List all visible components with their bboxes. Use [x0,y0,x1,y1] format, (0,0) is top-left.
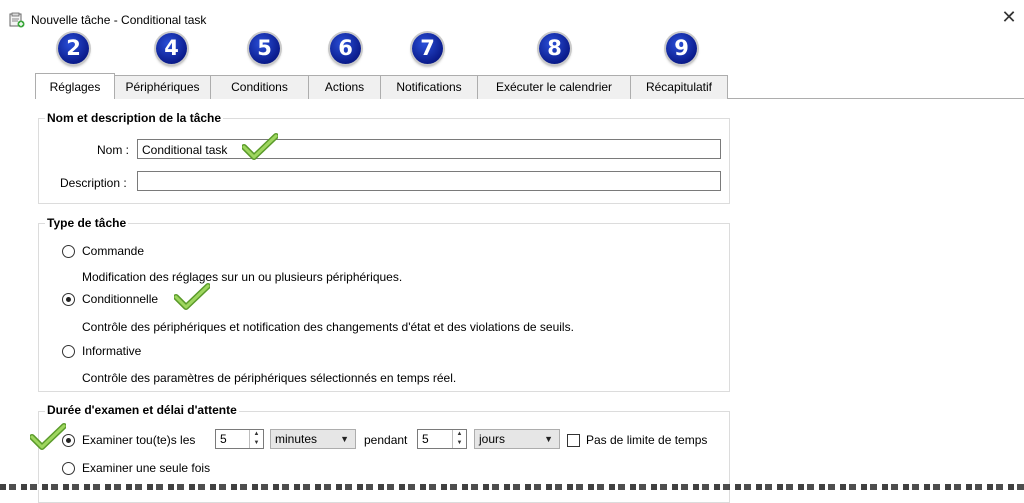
task-icon [9,12,25,28]
close-icon: ✕ [1001,7,1017,27]
checkmark-icon [174,283,210,310]
informative-label[interactable]: Informative [82,344,141,358]
step-badge: 9 [666,33,697,64]
step-badge: 6 [330,33,361,64]
name-label: Nom : [97,143,130,157]
radio-conditional[interactable] [62,293,75,306]
checkmark-icon [30,423,66,450]
window-title: Nouvelle tâche - Conditional task [31,13,207,27]
name-description-title: Nom et description de la tâche [45,111,224,125]
checkmark-icon [242,133,278,160]
once-label[interactable]: Examiner une seule fois [82,461,210,475]
title-bar: Nouvelle tâche - Conditional task ✕ [0,0,1024,34]
interval-stepper[interactable]: 5 ▲ ▼ [215,429,264,449]
duration-unit-select[interactable]: jours ▼ [474,429,560,449]
conditional-description: Contrôle des périphériques et notificati… [82,320,574,334]
stepper-arrows-icon[interactable]: ▲ ▼ [452,430,466,448]
radio-once[interactable] [62,462,75,475]
duration-title: Durée d'examen et délai d'attente [45,403,239,417]
step-badge: 5 [249,33,280,64]
command-label[interactable]: Commande [82,244,144,258]
radio-informative[interactable] [62,345,75,358]
stepper-arrows-icon[interactable]: ▲ ▼ [249,430,263,448]
close-button[interactable]: ✕ [994,4,1024,30]
step-badge: 2 [58,33,89,64]
informative-description: Contrôle des paramètres de périphériques… [82,371,457,385]
chevron-down-icon: ▼ [544,434,553,444]
no-limit-label[interactable]: Pas de limite de temps [586,433,707,447]
examine-label[interactable]: Examiner tou(te)s les [82,433,195,447]
command-description: Modification des réglages sur un ou plus… [82,270,403,284]
tab-actions[interactable]: Actions [308,75,381,99]
no-limit-checkbox[interactable] [567,434,580,447]
tab-conditions[interactable]: Conditions [210,75,309,99]
interval-unit-value: minutes [275,432,318,446]
conditional-label[interactable]: Conditionnelle [82,292,158,306]
name-description-group [38,118,730,204]
duration-stepper[interactable]: 5 ▲ ▼ [417,429,467,449]
tab-summary[interactable]: Récapitulatif [630,75,728,99]
description-field[interactable] [137,171,721,191]
tab-schedule[interactable]: Exécuter le calendrier [477,75,631,99]
interval-value: 5 [220,432,227,446]
duration-value: 5 [422,432,429,446]
cropped-text-strip [0,484,1024,490]
radio-command[interactable] [62,245,75,258]
duration-unit-value: jours [479,432,506,446]
task-type-title: Type de tâche [45,216,129,230]
name-field[interactable]: Conditional task [137,139,721,159]
chevron-down-icon: ▼ [340,434,349,444]
tab-peripheriques[interactable]: Périphériques [114,75,211,99]
step-badge: 7 [412,33,443,64]
tab-notifications[interactable]: Notifications [380,75,478,99]
interval-unit-select[interactable]: minutes ▼ [270,429,356,449]
step-badge: 8 [539,33,570,64]
during-label: pendant [364,433,408,447]
description-label: Description : [60,176,127,190]
tab-reglages[interactable]: Réglages [35,73,115,99]
step-badge: 4 [156,33,187,64]
